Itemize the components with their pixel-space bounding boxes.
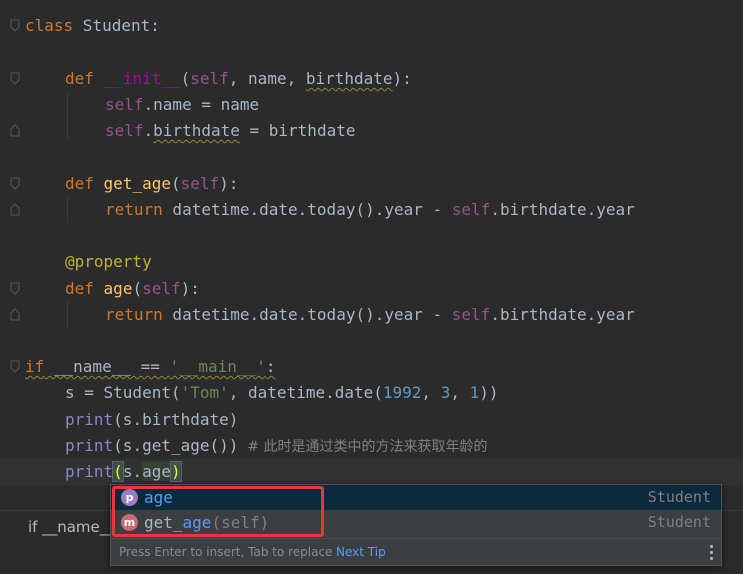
- code-line[interactable]: class Student:: [25, 13, 160, 39]
- current-code-line[interactable]: print(s.age): [0, 459, 743, 485]
- indent-guide: [67, 302, 68, 328]
- completion-item-get-age[interactable]: m get_age(self) Student: [111, 510, 721, 535]
- fold-open-icon[interactable]: [10, 177, 20, 190]
- number: 1992: [382, 383, 422, 402]
- matched-bracket: ): [170, 461, 182, 482]
- params: , name,: [228, 69, 306, 88]
- keyword: def: [65, 279, 94, 298]
- builtin-print: print: [65, 436, 114, 455]
- code-editor[interactable]: class Student: def __init__(self, name, …: [0, 0, 743, 510]
- colon: :: [265, 357, 276, 376]
- method-icon: m: [121, 514, 138, 531]
- completion-type: Student: [647, 513, 711, 531]
- code-line[interactable]: self.name = name: [105, 92, 259, 118]
- fold-open-icon[interactable]: [10, 360, 20, 373]
- self-ref: self: [451, 305, 491, 324]
- code-line[interactable]: s = Student('Tom', datetime.date(1992, 3…: [65, 380, 499, 406]
- function-name: __init__: [103, 69, 181, 88]
- keyword: return: [105, 305, 163, 324]
- decorator: @property: [65, 252, 152, 271]
- paren: (: [132, 279, 143, 298]
- hint-text: Press Enter to insert, Tab to replace: [119, 545, 333, 559]
- code-line[interactable]: @property: [65, 249, 152, 275]
- code-line[interactable]: print(s.get_age()) # 此时是通过类中的方法来获取年龄的: [65, 433, 488, 459]
- param-birthdate: birthdate: [305, 69, 393, 88]
- scope-label: if __name__: [28, 518, 115, 536]
- string: 'Tom': [180, 383, 229, 402]
- string: '__main__': [169, 357, 266, 376]
- statement: .name = name: [143, 95, 260, 114]
- builtin-print: print: [65, 462, 114, 481]
- completion-type: Student: [647, 488, 711, 506]
- completion-name: get_age(self): [144, 513, 270, 532]
- paren: )): [479, 383, 499, 402]
- comma: ,: [450, 383, 470, 402]
- fold-close-icon[interactable]: [10, 308, 20, 321]
- fold-close-icon[interactable]: [10, 203, 20, 216]
- paren: (: [170, 174, 181, 193]
- code-line[interactable]: def __init__(self, name, birthdate):: [65, 66, 412, 92]
- expression: s = Student(: [65, 383, 181, 402]
- fold-open-icon[interactable]: [10, 282, 20, 295]
- paren: ):: [392, 69, 412, 88]
- self-param: self: [180, 174, 220, 193]
- expression: datetime.date.today().year -: [162, 200, 452, 219]
- completion-popup[interactable]: p age Student m get_age(self) Student Pr…: [110, 484, 722, 566]
- dot: .: [143, 121, 154, 140]
- expression: .birthdate.year: [490, 305, 635, 324]
- class-name: Student:: [73, 16, 160, 35]
- comma: ,: [421, 383, 441, 402]
- self-ref: self: [451, 200, 491, 219]
- keyword: def: [65, 174, 94, 193]
- self-ref: self: [105, 95, 144, 114]
- code-line[interactable]: self.birthdate = birthdate: [105, 118, 355, 144]
- comment: # 此时是通过类中的方法来获取年龄的: [238, 439, 488, 455]
- indent-guide: [67, 92, 68, 140]
- keyword: if: [25, 357, 45, 376]
- paren: ):: [180, 279, 200, 298]
- paren: (: [180, 69, 191, 88]
- statement: = birthdate: [239, 121, 356, 140]
- paren: ):: [219, 174, 239, 193]
- expression: (s.birthdate): [113, 410, 239, 429]
- keyword: return: [105, 200, 163, 219]
- fold-close-icon[interactable]: [10, 124, 20, 137]
- self-param: self: [190, 69, 229, 88]
- property-icon: p: [121, 489, 138, 506]
- function-name: age: [103, 279, 133, 298]
- code-line[interactable]: return datetime.date.today().year - self…: [105, 197, 635, 223]
- completion-item-age[interactable]: p age Student: [111, 485, 721, 510]
- code-line[interactable]: return datetime.date.today().year - self…: [105, 302, 635, 328]
- self-ref: self: [105, 121, 144, 140]
- fold-open-icon[interactable]: [10, 72, 20, 85]
- expression: s.: [122, 462, 143, 481]
- typed-identifier: age: [142, 462, 171, 481]
- builtin-print: print: [65, 410, 114, 429]
- self-param: self: [142, 279, 181, 298]
- number: 1: [469, 383, 480, 402]
- matched-bracket: (: [112, 461, 124, 482]
- more-options-icon[interactable]: [709, 545, 715, 563]
- number: 3: [440, 383, 451, 402]
- expression: .birthdate.year: [490, 200, 635, 219]
- completion-name: age: [144, 488, 173, 507]
- function-name: get_age: [103, 174, 171, 193]
- completion-hint-bar: Press Enter to insert, Tab to replace Ne…: [111, 538, 721, 566]
- code-line[interactable]: if __name__ == '__main__':: [25, 354, 275, 380]
- expression: (s.get_age()): [113, 436, 239, 455]
- keyword: class: [25, 16, 74, 35]
- attribute: birthdate: [153, 121, 240, 140]
- indent-guide: [67, 197, 68, 223]
- next-tip-link[interactable]: Next Tip: [336, 539, 386, 566]
- code-line[interactable]: def get_age(self):: [65, 171, 238, 197]
- code-line[interactable]: def age(self):: [65, 276, 200, 302]
- expression: __name__ ==: [44, 357, 170, 376]
- fold-open-icon[interactable]: [10, 19, 20, 32]
- code-line[interactable]: print(s.birthdate): [65, 407, 238, 433]
- expression: , datetime.date(: [228, 383, 383, 402]
- expression: datetime.date.today().year -: [162, 305, 452, 324]
- keyword: def: [65, 69, 94, 88]
